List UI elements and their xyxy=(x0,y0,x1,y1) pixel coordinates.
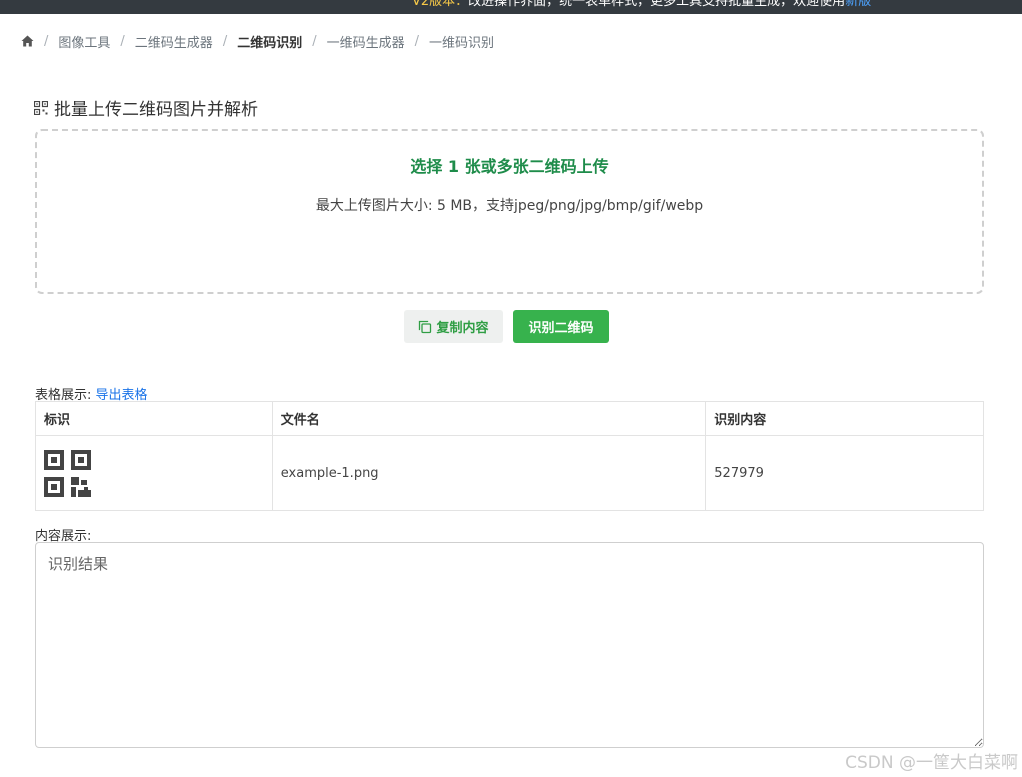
breadcrumb-item-barcode-generator[interactable]: 一维码生成器 xyxy=(327,32,405,51)
upload-hint: 最大上传图片大小: 5 MB，支持jpeg/png/jpg/bmp/gif/we… xyxy=(315,198,704,214)
breadcrumb-separator: / xyxy=(312,33,317,49)
row-filename: example-1.png xyxy=(271,435,707,511)
breadcrumb-separator: / xyxy=(414,33,420,49)
breadcrumb: / 图像工具 / 二维码生成器 / 二维码识别 / 一维码生成器 / 一维码识别 xyxy=(20,31,494,51)
breadcrumb-separator: / xyxy=(222,33,228,49)
row-thumbnail-cell xyxy=(35,435,273,511)
top-notice-bar: V2版本：改进操作界面，统一表单样式，更多工具支持批量生成，欢迎使用新版 xyxy=(0,0,1022,14)
breadcrumb-item-image-tools[interactable]: 图像工具 xyxy=(58,32,110,51)
copy-icon xyxy=(419,320,432,333)
watermark: CSDN @一筐大白菜啊 xyxy=(845,753,1018,773)
header-content: 识别内容 xyxy=(705,401,984,436)
breadcrumb-item-qr-recognition: 二维码识别 xyxy=(237,35,303,51)
result-textarea[interactable] xyxy=(35,542,984,748)
section-title: 批量上传二维码图片并解析 xyxy=(54,100,258,120)
qrcode-icon xyxy=(34,100,48,115)
results-table: 标识 文件名 识别内容 example-1.png 527979 xyxy=(35,401,984,511)
home-icon[interactable] xyxy=(20,34,34,48)
header-identifier: 标识 xyxy=(35,401,273,436)
upload-title[interactable]: 选择 1 张或多张二维码上传 xyxy=(37,153,982,177)
breadcrumb-separator: / xyxy=(120,33,125,49)
recognize-button-label: 识别二维码 xyxy=(528,321,594,336)
version-tag: V2版本： xyxy=(412,0,469,9)
header-filename: 文件名 xyxy=(271,401,707,436)
recognize-qr-button[interactable]: 识别二维码 xyxy=(513,310,609,343)
new-version-link[interactable]: 新版 xyxy=(845,0,871,9)
top-notice-text: V2版本：改进操作界面，统一表单样式，更多工具支持批量生成，欢迎使用新版 xyxy=(412,0,871,10)
table-row: example-1.png 527979 xyxy=(35,435,984,511)
upload-dropzone[interactable]: 选择 1 张或多张二维码上传 最大上传图片大小: 5 MB，支持jpeg/png… xyxy=(35,129,984,294)
qrcode-icon xyxy=(44,449,91,497)
copy-content-button[interactable]: 复制内容 xyxy=(404,310,503,343)
breadcrumb-separator: / xyxy=(44,33,49,49)
copy-button-label: 复制内容 xyxy=(436,321,489,336)
breadcrumb-item-qr-generator[interactable]: 二维码生成器 xyxy=(135,32,213,51)
notice-message: 改进操作界面，统一表单样式，更多工具支持批量生成，欢迎使用 xyxy=(468,0,846,9)
section-heading: 批量上传二维码图片并解析 xyxy=(34,95,258,120)
breadcrumb-item-barcode-recognition[interactable]: 一维码识别 xyxy=(429,32,494,51)
table-header-row: 标识 文件名 识别内容 xyxy=(35,401,984,436)
row-content: 527979 xyxy=(705,435,984,511)
